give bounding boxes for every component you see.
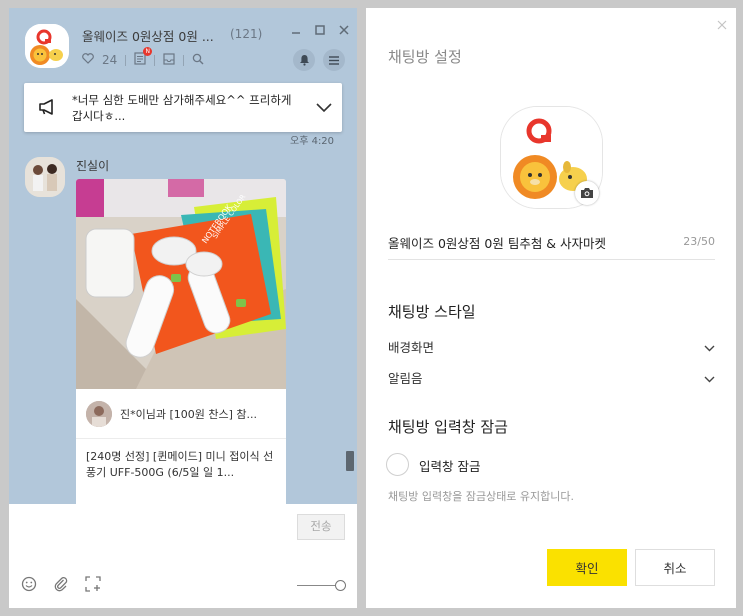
dialog-title: 채팅방 설정 <box>388 48 462 66</box>
capture-icon[interactable] <box>85 576 101 596</box>
slider-knob[interactable] <box>335 580 346 591</box>
input-lock-helper: 채팅방 입력창을 잠금상태로 유지합니다. <box>388 490 575 503</box>
search-icon[interactable] <box>192 53 204 68</box>
member-count: (121) <box>230 27 263 41</box>
divider <box>125 54 127 66</box>
maximize-icon[interactable] <box>315 20 325 35</box>
card-description: [240명 선정] [퀸메이드] 미니 접이식 선풍기 UFF-500G (6/… <box>86 450 274 479</box>
header-right-tools <box>293 49 345 71</box>
pinned-notice[interactable]: *너무 심한 도배만 삼가해주세요^^ 프리하게 갑시다ㅎ... <box>24 83 342 132</box>
attach-icon[interactable] <box>53 576 69 596</box>
bell-icon[interactable] <box>293 49 315 71</box>
participant-avatar <box>86 401 112 427</box>
chat-header: 올웨이즈 0원상점 0원 ... (121) 24 N <box>9 8 357 76</box>
notice-text: *너무 심한 도배만 삼가해주세요^^ 프리하게 갑시다ㅎ... <box>72 93 292 123</box>
send-button[interactable]: 전송 <box>297 514 345 540</box>
composer-tools <box>21 576 101 596</box>
minimize-icon[interactable] <box>291 20 301 34</box>
slider-track <box>297 585 337 586</box>
lock-section-title: 채팅방 입력창 잠금 <box>388 418 508 436</box>
background-option[interactable]: 배경화면 <box>388 337 715 357</box>
chat-window: 올웨이즈 0원상점 0원 ... (121) 24 N *너무 심한 도배만 삼… <box>9 8 357 608</box>
heart-icon[interactable] <box>82 53 94 67</box>
chevron-down-icon[interactable] <box>316 98 332 117</box>
divider <box>183 54 185 66</box>
drawer-icon[interactable] <box>163 52 175 68</box>
confirm-button[interactable]: 확인 <box>547 549 627 586</box>
card-meta-text: 진*이님과 [100원 찬스] 참... <box>120 408 258 421</box>
opacity-slider[interactable] <box>297 580 346 592</box>
megaphone-icon <box>38 99 58 119</box>
room-name-value[interactable]: 올웨이즈 0원상점 0원 팀추첨 & 사자마켓 <box>388 233 606 252</box>
emoticon-icon[interactable] <box>21 576 37 596</box>
new-badge: N <box>143 47 153 56</box>
message-composer[interactable]: 전송 <box>9 504 357 608</box>
name-char-count: 23/50 <box>683 235 715 248</box>
style-section-title: 채팅방 스타일 <box>388 303 476 321</box>
sender-name: 진실이 <box>76 159 110 173</box>
room-title: 올웨이즈 0원상점 0원 ... <box>82 29 214 44</box>
product-photo: SIMPLE COLOR NOTEBOOK <box>76 179 286 389</box>
cancel-button[interactable]: 취소 <box>635 549 715 586</box>
input-lock-checkbox[interactable] <box>386 453 409 476</box>
menu-icon[interactable] <box>323 49 345 71</box>
message-time: 오후 4:20 <box>290 136 335 147</box>
close-icon[interactable] <box>339 20 349 35</box>
shared-link-card[interactable]: SIMPLE COLOR NOTEBOOK 진*이님과 [100원 찬스] 참.… <box>76 179 286 519</box>
camera-icon[interactable] <box>575 181 599 205</box>
scrollbar-thumb[interactable] <box>346 451 354 471</box>
room-avatar[interactable] <box>25 24 69 68</box>
room-name-input[interactable]: 올웨이즈 0원상점 0원 팀추첨 & 사자마켓 23/50 <box>388 230 715 260</box>
window-controls <box>291 20 349 35</box>
notice-board-icon[interactable]: N <box>134 47 153 68</box>
input-lock-label[interactable]: 입력창 잠금 <box>419 456 480 475</box>
chatroom-settings-dialog: 채팅방 설정 올웨이즈 0원상점 0원 팀추첨 & 사자마켓 23/50 채팅방… <box>366 8 736 608</box>
background-label: 배경화면 <box>388 340 435 355</box>
sender-avatar[interactable] <box>25 157 65 197</box>
like-count: 24 <box>102 53 118 67</box>
divider <box>154 54 156 66</box>
header-tools: 24 N <box>82 47 204 68</box>
notification-label: 알림음 <box>388 371 423 386</box>
notification-sound-option[interactable]: 알림음 <box>388 368 715 388</box>
chevron-down-icon[interactable] <box>704 371 715 386</box>
chevron-down-icon[interactable] <box>704 340 715 355</box>
close-icon[interactable] <box>716 16 728 30</box>
card-meta-row[interactable]: 진*이님과 [100원 찬스] 참... <box>76 389 286 439</box>
